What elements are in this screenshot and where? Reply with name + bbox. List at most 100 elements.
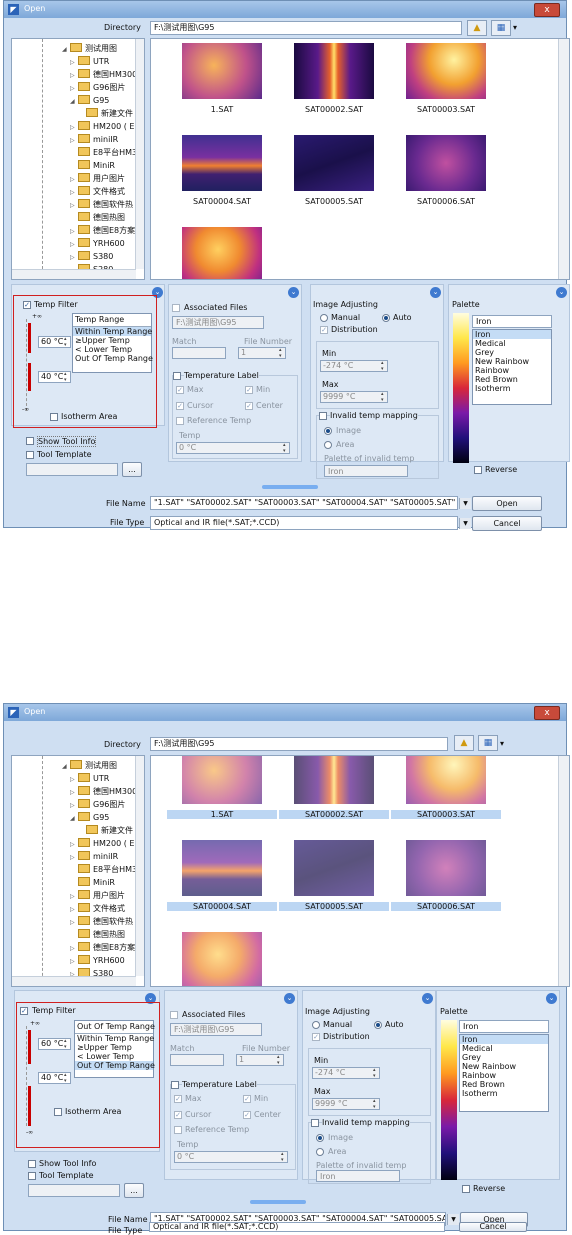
tree-item[interactable]: ▷ 用户图片 <box>70 890 125 901</box>
tree-item[interactable]: 新建文件 <box>78 825 133 836</box>
tree-expand-icon[interactable]: ▷ <box>70 774 78 785</box>
tree-item[interactable]: E8平台HM3 <box>70 864 137 875</box>
distribution-checkbox[interactable]: ✓ <box>312 1033 320 1041</box>
up-folder-icon[interactable]: ▲ <box>467 20 487 36</box>
palette-option[interactable]: Red Brown <box>473 375 551 384</box>
tree-item[interactable]: MiniR <box>70 160 115 171</box>
thermal-image-preview[interactable] <box>294 43 374 99</box>
upper-temp-spinner[interactable]: 60 °C <box>38 336 71 348</box>
tree-item[interactable]: ▷ 德国HM300 <box>70 786 137 797</box>
palette-option[interactable]: New Rainbow <box>460 1062 548 1071</box>
tree-item[interactable]: ▷ miniIR <box>70 134 118 145</box>
thumbnail-grid[interactable]: 1.SAT SAT00002.SAT SAT00003.SAT SAT00004.SA… <box>150 755 570 987</box>
thumbnail-grid[interactable]: 1.SAT SAT00002.SAT SAT00003.SAT SAT00004.SA… <box>150 38 570 280</box>
palette-option[interactable]: Iron <box>473 330 551 339</box>
thumbnail-vertical-scrollbar[interactable] <box>558 39 569 279</box>
tree-expand-icon[interactable]: ▷ <box>70 135 78 146</box>
palette-option[interactable]: Iron <box>460 1035 548 1044</box>
tree-horizontal-scrollbar[interactable] <box>12 976 136 986</box>
thumbnail-caption[interactable]: SAT00004.SAT <box>167 902 277 911</box>
folder-tree[interactable]: ◢ 测试用图 ▷ UTR ▷ 德国HM300 ▷ G96图片 ◢ G95 新建文件 ▷ HM200 ( … <box>11 38 145 280</box>
splitter-handle[interactable] <box>250 1200 306 1204</box>
invalid-temp-checkbox[interactable] <box>311 1119 319 1127</box>
thumbnail-caption[interactable]: SAT00006.SAT <box>391 902 501 911</box>
open-button[interactable]: Open <box>472 496 542 511</box>
reverse-checkbox[interactable] <box>462 1185 470 1193</box>
view-dropdown-icon[interactable]: ▾ <box>500 739 504 748</box>
tree-vertical-scrollbar[interactable] <box>135 39 144 269</box>
tree-item[interactable]: 新建文件 <box>78 108 133 119</box>
invalid-area-radio[interactable] <box>324 441 332 449</box>
thermal-image-preview[interactable] <box>182 840 262 896</box>
tree-item[interactable]: ▷ 德国HM300 <box>70 69 137 80</box>
browse-template-button[interactable]: ... <box>124 1183 144 1198</box>
tree-item[interactable]: ◢ 测试用图 <box>62 43 117 54</box>
show-tool-info-checkbox[interactable] <box>28 1160 36 1168</box>
palette-option[interactable]: Grey <box>460 1053 548 1062</box>
cancel-button-2[interactable]: Cancel <box>459 1222 527 1232</box>
thermal-image-preview[interactable] <box>406 840 486 896</box>
palette-option[interactable]: Grey <box>473 348 551 357</box>
invalid-temp-checkbox[interactable] <box>319 412 327 420</box>
palette-option[interactable]: Red Brown <box>460 1080 548 1089</box>
palette-selected-field[interactable]: Iron <box>472 315 552 328</box>
title-bar[interactable]: ◤ Open x <box>4 1 566 18</box>
thermal-image-preview[interactable] <box>294 756 374 804</box>
tree-expand-icon[interactable]: ▷ <box>70 122 78 133</box>
tree-expand-icon[interactable]: ▷ <box>70 904 78 915</box>
tree-expand-icon[interactable]: ◢ <box>70 96 78 107</box>
tree-expand-icon[interactable]: ▷ <box>70 943 78 954</box>
tree-expand-icon[interactable]: ▷ <box>70 226 78 237</box>
isotherm-checkbox[interactable] <box>54 1108 62 1116</box>
collapse-chevron-icon[interactable]: ⌄ <box>422 993 433 1004</box>
thumbnail-caption[interactable]: SAT00002.SAT <box>279 810 389 819</box>
tree-item[interactable]: ▷ 德国软件热 <box>70 199 133 210</box>
directory-field[interactable]: F:\测试用图\G95 <box>150 737 448 751</box>
temp-range-list[interactable]: Temp Range Within Temp Range ≥Upper Temp… <box>72 313 153 373</box>
tree-item[interactable]: ▷ UTR <box>70 56 109 67</box>
range-option-upper[interactable]: ≥Upper Temp <box>75 1043 153 1052</box>
palette-option[interactable]: New Rainbow <box>473 357 551 366</box>
tree-expand-icon[interactable]: ▷ <box>70 787 78 798</box>
tree-item[interactable]: E8平台HM3 <box>70 147 137 158</box>
thermal-image-preview[interactable] <box>294 840 374 896</box>
thumbnail-caption[interactable]: 1.SAT <box>167 105 277 114</box>
manual-radio[interactable] <box>312 1021 320 1029</box>
tree-horizontal-scrollbar[interactable] <box>12 269 136 279</box>
thermal-image-preview[interactable] <box>182 135 262 191</box>
tree-item[interactable]: ▷ G96图片 <box>70 82 125 93</box>
center-checkbox[interactable]: ✓ <box>243 1111 251 1119</box>
tree-item[interactable]: ▷ S380 <box>70 251 113 262</box>
range-option-lower[interactable]: < Lower Temp <box>75 1052 153 1061</box>
auto-radio[interactable] <box>374 1021 382 1029</box>
palette-list[interactable]: Iron Medical Grey New Rainbow Rainbow Red Bro… <box>472 329 552 405</box>
reference-temp-checkbox[interactable] <box>174 1126 182 1134</box>
cursor-checkbox[interactable]: ✓ <box>176 402 184 410</box>
up-folder-icon[interactable]: ▲ <box>454 735 474 751</box>
file-type-dropdown-icon[interactable]: ▼ <box>459 518 471 529</box>
isotherm-checkbox[interactable] <box>50 413 58 421</box>
temp-filter-checkbox[interactable]: ✓ <box>23 301 31 309</box>
collapse-chevron-icon[interactable]: ⌄ <box>546 993 557 1004</box>
palette-option[interactable]: Medical <box>460 1044 548 1053</box>
tree-expand-icon[interactable]: ▷ <box>70 57 78 68</box>
tree-expand-icon[interactable]: ▷ <box>70 239 78 250</box>
thermal-image-preview[interactable] <box>182 43 262 99</box>
palette-option[interactable]: Isotherm <box>460 1089 548 1098</box>
view-mode-icon[interactable]: ▦ <box>491 20 511 36</box>
max-checkbox[interactable]: ✓ <box>176 386 184 394</box>
tree-item[interactable]: ◢ G95 <box>70 812 109 823</box>
directory-field[interactable]: F:\测试用图\G95 <box>150 21 462 35</box>
lower-temp-spinner[interactable]: 40 °C <box>38 1072 71 1084</box>
palette-option[interactable]: Isotherm <box>473 384 551 393</box>
collapse-chevron-icon[interactable]: ⌄ <box>284 993 295 1004</box>
tree-expand-icon[interactable]: ▷ <box>70 252 78 263</box>
file-type-combo[interactable]: Optical and IR file(*.SAT;*.CCD) <box>150 516 458 530</box>
range-option-out[interactable]: Out Of Temp Range <box>73 354 153 363</box>
manual-radio[interactable] <box>320 314 328 322</box>
tree-expand-icon[interactable]: ▷ <box>70 800 78 811</box>
tree-item[interactable]: ◢ G95 <box>70 95 109 106</box>
tree-expand-icon[interactable]: ◢ <box>62 761 70 772</box>
tree-expand-icon[interactable]: ◢ <box>62 44 70 55</box>
palette-option[interactable]: Medical <box>473 339 551 348</box>
